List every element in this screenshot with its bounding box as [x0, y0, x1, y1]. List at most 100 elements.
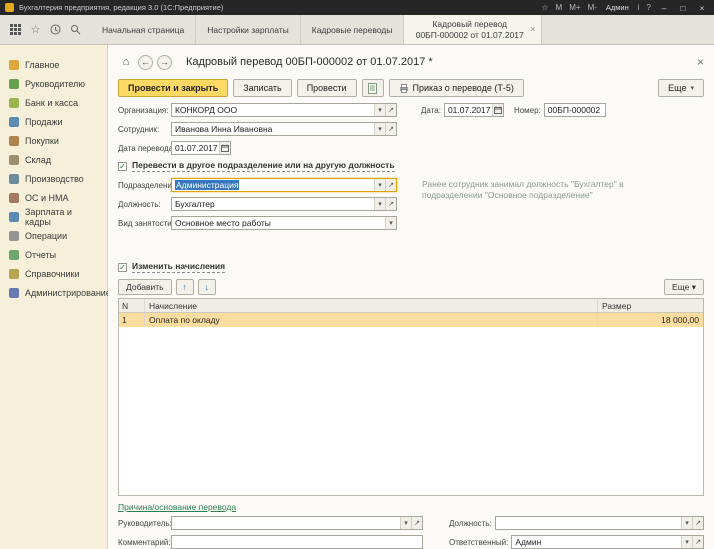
arrow-down-icon: ↓: [204, 282, 209, 292]
save-button[interactable]: Записать: [233, 79, 291, 97]
list-more-button[interactable]: Еще ▾: [664, 279, 704, 295]
production-icon: [9, 174, 19, 184]
favorites-star-icon[interactable]: ☆: [540, 4, 549, 12]
doc-number-field[interactable]: 00БП-000002: [544, 103, 606, 117]
transfer-date-calendar-icon[interactable]: [219, 142, 230, 154]
sidebar-item-reports[interactable]: Отчеты: [0, 245, 107, 264]
forward-icon[interactable]: →: [157, 55, 172, 70]
memory-minus-icon[interactable]: M-: [587, 4, 598, 12]
history-icon[interactable]: [47, 21, 64, 38]
manager-position-field[interactable]: ▾ ↗: [495, 516, 704, 530]
post-button[interactable]: Провести: [297, 79, 357, 97]
manager-open-icon[interactable]: ↗: [411, 517, 422, 529]
memory-plus-icon[interactable]: M+: [568, 4, 581, 12]
manager-icon: [9, 79, 19, 89]
comment-field[interactable]: [171, 535, 423, 549]
sidebar-item-manager[interactable]: Руководителю: [0, 74, 107, 93]
close-form-icon[interactable]: ×: [697, 55, 704, 69]
employment-dropdown-icon[interactable]: ▾: [385, 217, 396, 229]
accruals-toolbar: Добавить ↑ ↓ Еще ▾: [118, 279, 704, 295]
sidebar-item-operations[interactable]: Операции: [0, 226, 107, 245]
responsible-field[interactable]: Админ ▾ ↗: [511, 535, 704, 549]
department-dropdown-icon[interactable]: ▾: [374, 179, 385, 191]
responsible-open-icon[interactable]: ↗: [692, 536, 703, 548]
add-row-button[interactable]: Добавить: [118, 279, 172, 295]
sidebar-item-payroll-hr[interactable]: Зарплата и кадры: [0, 207, 107, 226]
manager-position-dropdown-icon[interactable]: ▾: [681, 517, 692, 529]
table-header: N Начисление Размер: [119, 299, 703, 313]
current-user[interactable]: Админ: [606, 3, 629, 12]
department-open-icon[interactable]: ↗: [385, 179, 396, 191]
maximize-button[interactable]: □: [676, 3, 690, 13]
move-up-button[interactable]: ↑: [176, 279, 194, 295]
sidebar-item-administration[interactable]: Администрирование: [0, 283, 107, 302]
department-label: Подразделение:: [118, 181, 171, 190]
tab-personnel-transfer-doc[interactable]: Кадровый перевод 00БП-000002 от 01.07.20…: [404, 15, 542, 44]
minimize-button[interactable]: –: [657, 3, 671, 13]
move-down-button[interactable]: ↓: [198, 279, 216, 295]
memory-icon[interactable]: M: [555, 4, 564, 12]
show-postings-button[interactable]: [362, 79, 384, 97]
tab-personnel-transfers[interactable]: Кадровые переводы: [301, 15, 405, 44]
employee-open-icon[interactable]: ↗: [385, 123, 396, 135]
sidebar-item-main[interactable]: Главное: [0, 55, 107, 74]
purchases-icon: [9, 136, 19, 146]
manager-dropdown-icon[interactable]: ▾: [400, 517, 411, 529]
accruals-checkbox[interactable]: ✓: [118, 263, 127, 272]
transfer-order-button[interactable]: Приказ о переводе (Т-5): [389, 79, 524, 97]
bank-icon: [9, 98, 19, 108]
tab-salary-settings[interactable]: Настройки зарплаты: [196, 15, 301, 44]
position-dropdown-icon[interactable]: ▾: [374, 198, 385, 210]
arrow-up-icon: ↑: [182, 282, 187, 292]
sidebar-item-fixed-assets[interactable]: ОС и НМА: [0, 188, 107, 207]
transfer-reason-link[interactable]: Причина/основание перевода: [118, 502, 236, 512]
sidebar: Главное Руководителю Банк и касса Продаж…: [0, 45, 108, 549]
col-amount-header[interactable]: Размер: [598, 299, 703, 312]
employment-field[interactable]: Основное место работы ▾: [171, 216, 397, 230]
tab-home[interactable]: Начальная страница: [91, 15, 196, 44]
organization-field[interactable]: КОНКОРД ООО ▾ ↗: [171, 103, 397, 117]
accruals-group-label[interactable]: Изменить начисления: [132, 261, 225, 273]
post-and-close-button[interactable]: Провести и закрыть: [118, 79, 228, 97]
organization-open-icon[interactable]: ↗: [385, 104, 396, 116]
employment-label: Вид занятости:: [118, 219, 171, 228]
organization-dropdown-icon[interactable]: ▾: [374, 104, 385, 116]
manager-position-open-icon[interactable]: ↗: [692, 517, 703, 529]
transfer-group-toggle[interactable]: ✓ Перевести в другое подразделение или н…: [118, 160, 704, 172]
table-row[interactable]: 1 Оплата по окладу 18 000,00: [119, 313, 703, 327]
help-icon[interactable]: ?: [646, 4, 652, 12]
transfer-checkbox[interactable]: ✓: [118, 162, 127, 171]
sidebar-item-sales[interactable]: Продажи: [0, 112, 107, 131]
main-menu-icon[interactable]: [7, 21, 24, 38]
col-accrual-header[interactable]: Начисление: [145, 299, 598, 312]
transfer-date-field[interactable]: 01.07.2017: [171, 141, 231, 155]
col-n-header[interactable]: N: [119, 299, 145, 312]
operations-icon: [9, 231, 19, 241]
favorites-icon[interactable]: ☆: [27, 21, 44, 38]
table-empty-area[interactable]: [119, 327, 703, 495]
employee-field[interactable]: Иванова Инна Ивановна ▾ ↗: [171, 122, 397, 136]
back-icon[interactable]: ←: [138, 55, 153, 70]
accruals-group-toggle[interactable]: ✓ Изменить начисления: [118, 261, 704, 273]
home-nav-icon[interactable]: ⌂: [118, 54, 134, 70]
position-field[interactable]: Бухгалтер ▾ ↗: [171, 197, 397, 211]
sidebar-item-purchases[interactable]: Покупки: [0, 131, 107, 150]
doc-date-field[interactable]: 01.07.2017: [444, 103, 504, 117]
sidebar-item-production[interactable]: Производство: [0, 169, 107, 188]
transfer-date-label: Дата перевода:: [118, 144, 171, 153]
info-icon[interactable]: i: [637, 4, 641, 12]
employee-dropdown-icon[interactable]: ▾: [374, 123, 385, 135]
sidebar-item-warehouse[interactable]: Склад: [0, 150, 107, 169]
window-close-button[interactable]: ×: [695, 3, 709, 13]
tab-close-icon[interactable]: ×: [530, 24, 535, 35]
department-field[interactable]: Администрация ▾ ↗: [171, 178, 397, 192]
transfer-group-label[interactable]: Перевести в другое подразделение или на …: [132, 160, 395, 172]
manager-field[interactable]: ▾ ↗: [171, 516, 423, 530]
position-open-icon[interactable]: ↗: [385, 198, 396, 210]
doc-date-calendar-icon[interactable]: [492, 104, 503, 116]
sidebar-item-directories[interactable]: Справочники: [0, 264, 107, 283]
sidebar-item-bank-cash[interactable]: Банк и касса: [0, 93, 107, 112]
more-button[interactable]: Еще▾: [658, 79, 704, 97]
search-icon[interactable]: [67, 21, 84, 38]
responsible-dropdown-icon[interactable]: ▾: [681, 536, 692, 548]
